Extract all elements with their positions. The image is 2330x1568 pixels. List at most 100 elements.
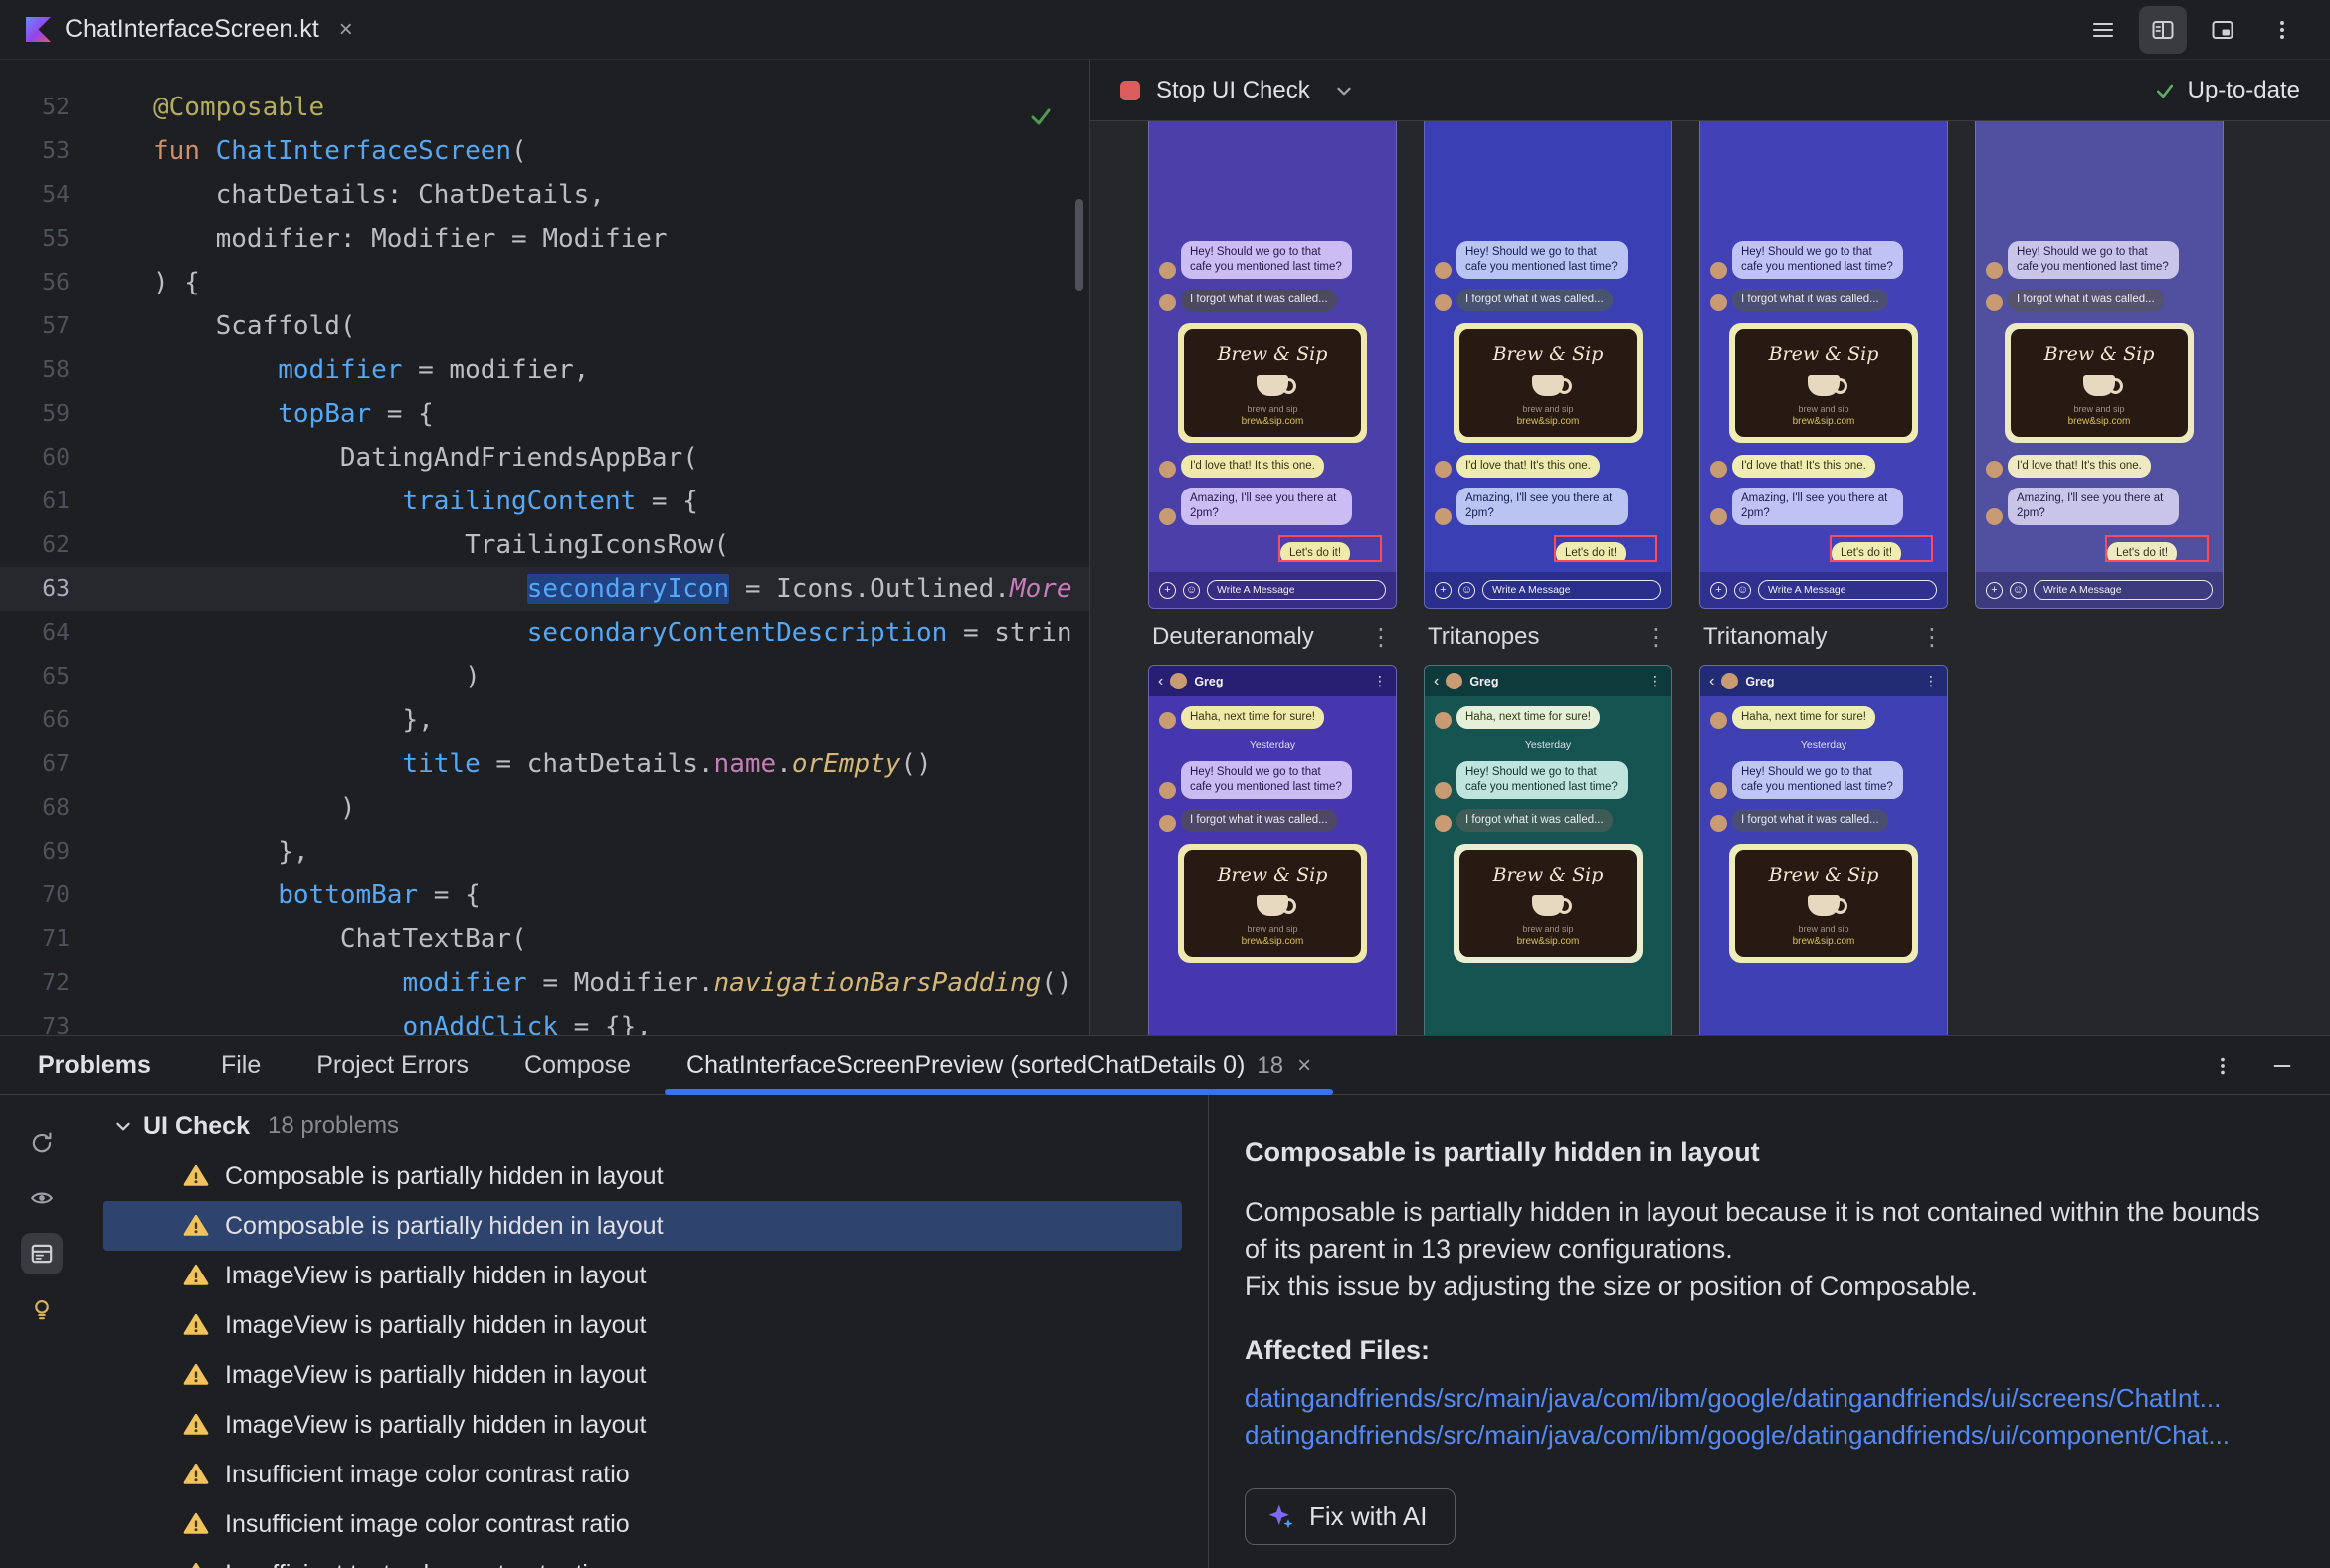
chat-message: I forgot what it was called... (1710, 808, 1937, 832)
preview-window-icon[interactable] (2199, 6, 2246, 54)
tab-project-errors[interactable]: Project Errors (289, 1036, 496, 1094)
warning-icon (183, 1512, 209, 1534)
editor-scrollbar[interactable] (1075, 199, 1083, 291)
close-tab-icon[interactable]: × (339, 16, 353, 44)
emoji-icon[interactable]: ☺ (1183, 581, 1200, 599)
phone-preview[interactable]: Hey! Should we go to that cafe you menti… (1975, 121, 2224, 609)
more-vertical-icon[interactable]: ⋮ (1920, 623, 1944, 652)
tab-compose[interactable]: Compose (496, 1036, 659, 1094)
code-line[interactable]: 56) { (0, 261, 1089, 304)
code-line[interactable]: 65 ) (0, 655, 1089, 698)
code-line[interactable]: 71 ChatTextBar( (0, 917, 1089, 961)
ui-check-group-row[interactable]: UI Check 18 problems (103, 1101, 1208, 1151)
code-line[interactable]: 55 modifier: Modifier = Modifier (0, 217, 1089, 261)
chat-message: Hey! Should we go to that cafe you menti… (1435, 760, 1661, 799)
code-line[interactable]: 59 topBar = { (0, 392, 1089, 436)
code-line[interactable]: 62 TrailingIconsRow( (0, 523, 1089, 567)
code-line[interactable]: 54 chatDetails: ChatDetails, (0, 173, 1089, 217)
problem-row[interactable]: Insufficient image color contrast ratio (103, 1450, 1182, 1499)
affected-file-link[interactable]: datingandfriends/src/main/java/com/ibm/g… (1245, 1417, 2286, 1455)
phone-preview[interactable]: Hey! Should we go to that cafe you menti… (1699, 121, 1948, 609)
chevron-down-icon[interactable] (1326, 73, 1362, 108)
add-icon[interactable]: + (1159, 581, 1176, 599)
phone-preview[interactable]: ‹ Greg ⋮ Haha, next time for sure! Yesterday… (1148, 665, 1397, 1035)
code-line[interactable]: 72 modifier = Modifier.navigationBarsPad… (0, 961, 1089, 1005)
problem-row[interactable]: Insufficient image color contrast ratio (103, 1499, 1182, 1549)
chat-message: Haha, next time for sure! (1710, 706, 1937, 729)
back-icon[interactable]: ‹ (1434, 673, 1439, 689)
tab-problems[interactable]: Problems (10, 1036, 179, 1094)
more-vertical-icon[interactable]: ⋮ (1369, 623, 1393, 652)
message-input[interactable]: Write A Message (1758, 580, 1937, 600)
chat-header: ‹ Greg ⋮ (1149, 666, 1396, 696)
more-vertical-icon[interactable] (2201, 1044, 2244, 1087)
code-line[interactable]: 68 ) (0, 786, 1089, 830)
problem-row[interactable]: ImageView is partially hidden in layout (103, 1251, 1182, 1300)
stop-ui-check-button[interactable]: Stop UI Check (1120, 77, 1310, 104)
line-number: 59 (42, 401, 70, 427)
code-line[interactable]: 53 fun ChatInterfaceScreen( (0, 129, 1089, 173)
more-vertical-icon[interactable]: ⋮ (1645, 623, 1668, 652)
list-icon[interactable] (2079, 6, 2127, 54)
code-line[interactable]: 67 title = chatDetails.name.orEmpty() (0, 742, 1089, 786)
code-line[interactable]: 52 @Composable (0, 86, 1089, 129)
tab-file[interactable]: File (193, 1036, 289, 1094)
problem-row[interactable]: ImageView is partially hidden in layout (103, 1300, 1182, 1350)
phone-preview[interactable]: Hey! Should we go to that cafe you menti… (1424, 121, 1672, 609)
emoji-icon[interactable]: ☺ (1458, 581, 1475, 599)
code-line[interactable]: 64 secondaryContentDescription = strin (0, 611, 1089, 655)
code-line[interactable]: 69 }, (0, 830, 1089, 874)
problem-row[interactable]: ImageView is partially hidden in layout (103, 1400, 1182, 1450)
back-icon[interactable]: ‹ (1709, 673, 1714, 689)
phone-preview[interactable]: ‹ Greg ⋮ Haha, next time for sure! Yesterday… (1424, 665, 1672, 1035)
fix-with-ai-button[interactable]: Fix with AI (1245, 1488, 1456, 1546)
refresh-icon[interactable] (21, 1121, 63, 1163)
phone-preview[interactable]: Hey! Should we go to that cafe you menti… (1148, 121, 1397, 609)
problem-row[interactable]: ImageView is partially hidden in layout (103, 1350, 1182, 1400)
tab-chatinterfacescreenpreview-sortedchatdetails-0[interactable]: ChatInterfaceScreenPreview (sortedChatDe… (659, 1036, 1339, 1095)
inspections-ok-icon[interactable] (1028, 103, 1054, 136)
more-vertical-icon[interactable]: ⋮ (1649, 673, 1662, 689)
code-line[interactable]: 63 secondaryIcon = Icons.Outlined.More (0, 567, 1089, 611)
message-input[interactable]: Write A Message (1207, 580, 1386, 600)
message-input[interactable]: Write A Message (1482, 580, 1661, 600)
problem-row[interactable]: Insufficient text color contrast ratio (103, 1549, 1182, 1568)
add-icon[interactable]: + (1710, 581, 1727, 599)
emoji-icon[interactable]: ☺ (2010, 581, 2027, 599)
eye-icon[interactable] (21, 1177, 63, 1219)
split-editor-icon[interactable] (2139, 5, 2187, 54)
code-line[interactable]: 57 Scaffold( (0, 304, 1089, 348)
problem-row[interactable]: Composable is partially hidden in layout (103, 1151, 1182, 1201)
line-number: 61 (42, 489, 70, 514)
editor-tab[interactable]: ChatInterfaceScreen.kt × (0, 0, 379, 59)
add-icon[interactable]: + (1986, 581, 2003, 599)
back-icon[interactable]: ‹ (1158, 673, 1163, 689)
line-number: 62 (42, 532, 70, 558)
message-input[interactable]: Write A Message (2034, 580, 2213, 600)
more-vertical-icon[interactable]: ⋮ (1373, 673, 1387, 689)
code-text: Scaffold( (215, 311, 356, 341)
code-line[interactable]: 60 DatingAndFriendsAppBar( (0, 436, 1089, 480)
more-vertical-icon[interactable] (2258, 6, 2306, 54)
problem-row[interactable]: Composable is partially hidden in layout (103, 1201, 1182, 1251)
code-text: DatingAndFriendsAppBar( (339, 443, 698, 473)
code-line[interactable]: 73 onAddClick = {}, (0, 1005, 1089, 1035)
minimize-icon[interactable] (2260, 1044, 2304, 1087)
code-line[interactable]: 70 bottomBar = { (0, 874, 1089, 917)
code-text: ) (465, 662, 481, 691)
code-line[interactable]: 61 trailingContent = { (0, 480, 1089, 523)
details-view-icon[interactable] (21, 1233, 63, 1274)
phone-preview[interactable]: ‹ Greg ⋮ Haha, next time for sure! Yesterday… (1699, 665, 1948, 1035)
code-line[interactable]: 58 modifier = modifier, (0, 348, 1089, 392)
code-text: secondaryIcon = Icons.Outlined.More (526, 574, 1072, 604)
close-icon[interactable]: × (1297, 1052, 1311, 1079)
code-editor[interactable]: 52 @Composable 53 fun ChatInterfaceScreen(5… (0, 60, 1089, 1035)
avatar (1435, 711, 1452, 729)
code-line[interactable]: 66 }, (0, 698, 1089, 742)
more-vertical-icon[interactable]: ⋮ (1924, 673, 1938, 689)
add-icon[interactable]: + (1435, 581, 1452, 599)
emoji-icon[interactable]: ☺ (1734, 581, 1751, 599)
affected-file-link[interactable]: datingandfriends/src/main/java/com/ibm/g… (1245, 1380, 2286, 1418)
lightbulb-icon[interactable] (21, 1288, 63, 1330)
chat-message: I'd love that! It's this one. (1710, 455, 1937, 479)
